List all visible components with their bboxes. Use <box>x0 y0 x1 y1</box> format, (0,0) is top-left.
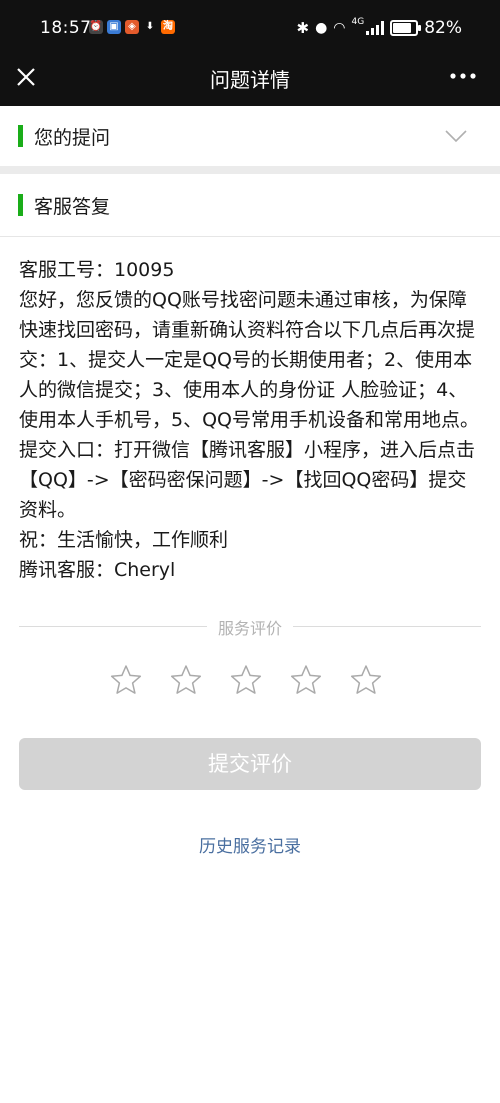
reply-section-header: 客服答复 <box>0 175 500 235</box>
status-time: 18:57 <box>40 18 92 38</box>
battery-icon <box>390 20 422 36</box>
star-icon[interactable] <box>170 664 202 696</box>
reply-text: 客服工号：10095 您好，您反馈的QQ账号找密问题未通过审核，为保障快速找回密… <box>19 259 479 581</box>
page-title: 问题详情 <box>210 68 290 92</box>
status-bar: 18:57 ⏰ ▣ ◈ ⬇ 淘 ✱ ● ◠ 4G 82% <box>0 0 500 58</box>
battery-percent: 82% <box>424 18 462 38</box>
star-icon[interactable] <box>110 664 142 696</box>
app-notification-icon: ◈ <box>125 20 139 34</box>
star-icon[interactable] <box>230 664 262 696</box>
divider <box>0 236 500 237</box>
star-icon[interactable] <box>290 664 322 696</box>
rating-label: 服务评价 <box>217 619 282 638</box>
signal-icon <box>366 21 385 35</box>
rating-stars <box>110 664 382 696</box>
reply-section-title: 客服答复 <box>34 195 111 218</box>
taobao-icon: 淘 <box>161 20 175 34</box>
wifi-icon: ◠ <box>333 20 346 36</box>
section-divider <box>0 166 500 174</box>
section-marker <box>18 125 23 147</box>
section-marker <box>18 194 23 216</box>
location-icon: ● <box>315 20 328 36</box>
history-records-link[interactable]: 历史服务记录 <box>0 832 500 857</box>
question-section-header[interactable]: 您的提问 <box>0 106 500 166</box>
notification-icons: ⏰ ▣ ◈ ⬇ 淘 <box>89 20 175 34</box>
bluetooth-icon: ✱ <box>296 19 310 37</box>
rating-line-right <box>293 626 481 627</box>
app-notification-icon: ▣ <box>107 20 121 34</box>
submit-rating-button[interactable]: 提交评价 <box>19 738 481 790</box>
more-icon[interactable] <box>448 66 478 86</box>
battery-fill <box>393 23 412 33</box>
download-icon: ⬇ <box>145 21 155 32</box>
chevron-down-icon[interactable] <box>444 128 468 144</box>
network-label: 4G <box>351 17 365 27</box>
star-icon[interactable] <box>350 664 382 696</box>
nav-bar: 问题详情 <box>0 58 500 106</box>
alarm-icon: ⏰ <box>89 20 103 34</box>
system-icons: ✱ ● ◠ 4G 82% <box>296 17 462 38</box>
question-section-title: 您的提问 <box>34 126 111 149</box>
